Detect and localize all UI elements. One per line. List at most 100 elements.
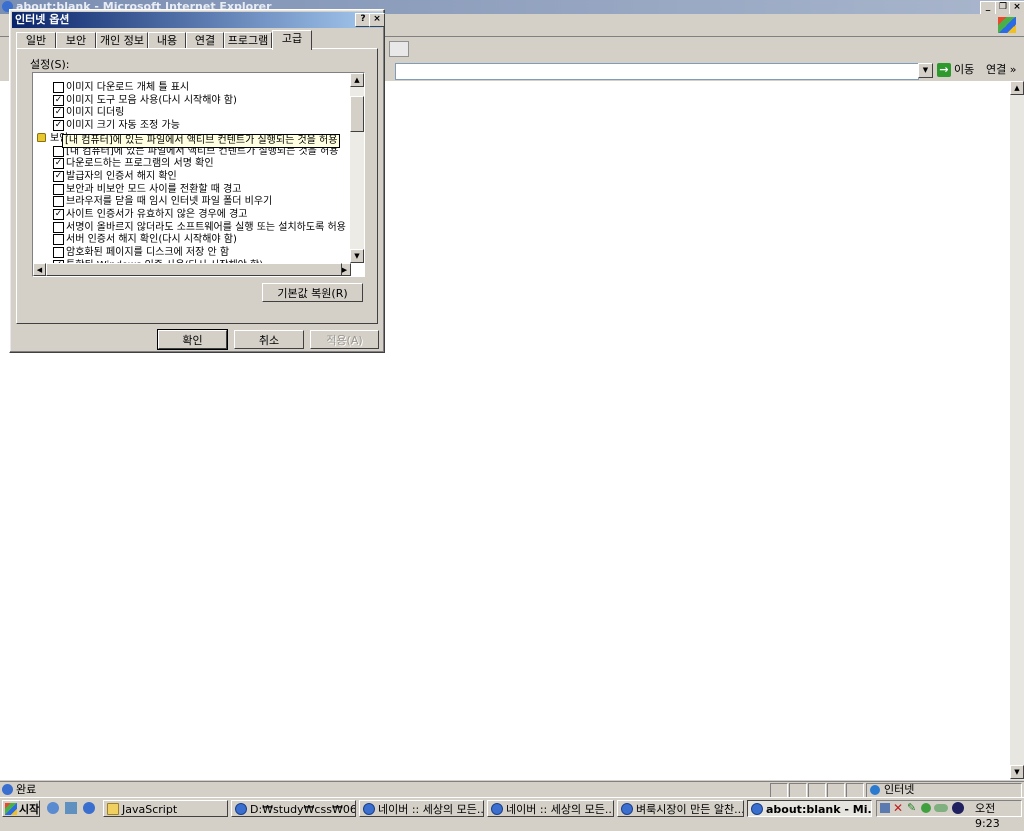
checkbox-unchecked[interactable] bbox=[53, 221, 64, 233]
start-label: 시작 bbox=[19, 803, 40, 816]
status-text: 완료 bbox=[16, 783, 37, 796]
dialog-title-bar[interactable]: 인터넷 옵션 ? × bbox=[12, 12, 385, 28]
tray-app-icon[interactable] bbox=[921, 803, 931, 813]
ok-button[interactable]: 확인 bbox=[157, 329, 228, 350]
status-cell bbox=[770, 783, 788, 798]
settings-option-label: 발급자의 인증서 해지 확인 bbox=[66, 170, 177, 182]
links-button[interactable]: 연결 » bbox=[986, 62, 1016, 78]
tab-programs[interactable]: 프로그램 bbox=[224, 32, 272, 48]
globe-icon bbox=[870, 785, 880, 795]
settings-option-label: 이미지 디더링 bbox=[66, 107, 125, 119]
tab-advanced[interactable]: 고급 bbox=[272, 30, 312, 50]
desktop-icon[interactable] bbox=[47, 802, 59, 814]
taskbar: 시작 JavaScript D:₩study₩css₩060... 네이버 ::… bbox=[0, 797, 1024, 830]
lock-icon bbox=[37, 132, 46, 142]
settings-option-label: 다운로드하는 프로그램의 서명 확인 bbox=[66, 158, 214, 170]
go-label: 이동 bbox=[954, 63, 975, 76]
scroll-down-icon[interactable]: ▼ bbox=[1010, 765, 1024, 779]
scroll-up-icon[interactable]: ▲ bbox=[350, 73, 364, 87]
checkbox-checked[interactable]: ✓ bbox=[53, 209, 64, 220]
settings-option-label: 서버 인증서 해지 확인(다시 시작해야 함) bbox=[66, 234, 237, 246]
taskbar-item[interactable]: JavaScript bbox=[103, 800, 228, 817]
settings-option-label: 브라우저를 닫을 때 임시 인터넷 파일 폴더 비우기 bbox=[66, 196, 273, 208]
settings-scroll-thumb[interactable] bbox=[350, 96, 364, 132]
go-button[interactable]: → 이동 bbox=[937, 62, 974, 78]
apply-button[interactable]: 적용(A) bbox=[310, 330, 379, 349]
taskbar-item[interactable]: 벼룩시장이 만든 알찬... bbox=[617, 800, 744, 817]
checkbox-checked[interactable]: ✓ bbox=[53, 120, 64, 132]
checkbox-checked[interactable]: ✓ bbox=[53, 170, 64, 182]
close-window-button[interactable]: × bbox=[1009, 1, 1024, 15]
address-input[interactable] bbox=[395, 63, 919, 80]
settings-horizontal-thumb[interactable] bbox=[46, 263, 342, 276]
pen-icon[interactable]: ✎ bbox=[907, 801, 916, 815]
minimize-button[interactable]: _ bbox=[980, 1, 996, 15]
taskbar-item-active[interactable]: about:blank - Mi... bbox=[747, 800, 872, 817]
restore-defaults-button[interactable]: 기본값 복원(R) bbox=[262, 283, 363, 302]
taskbar-item[interactable]: D:₩study₩css₩060... bbox=[231, 800, 356, 817]
ie-icon bbox=[751, 803, 763, 815]
ie-icon bbox=[363, 803, 375, 815]
ie-icon bbox=[491, 803, 503, 815]
taskbar-item[interactable]: 네이버 :: 세상의 모든... bbox=[359, 800, 484, 817]
tray-app-icon[interactable] bbox=[952, 802, 964, 814]
folder-icon bbox=[107, 803, 119, 815]
setting-tooltip: [내 컴퓨터]에 있는 파일에서 액티브 컨텐트가 실행되는 것을 허용 bbox=[62, 134, 341, 148]
status-cell bbox=[789, 783, 807, 798]
taskbar-item-label: about:blank - Mi... bbox=[766, 803, 872, 816]
settings-option-label: 사이트 인증서가 유효하지 않은 경우에 경고 bbox=[66, 209, 248, 220]
start-button[interactable]: 시작 bbox=[2, 800, 40, 817]
settings-option-label: 서명이 올바르지 않더라도 소프트웨어를 실행 또는 설치하도록 허용 bbox=[66, 221, 346, 233]
page-icon bbox=[2, 784, 13, 795]
ie-icon bbox=[621, 803, 633, 815]
scroll-up-icon[interactable]: ▲ bbox=[1010, 81, 1024, 95]
network-icon[interactable] bbox=[880, 803, 890, 813]
status-cell bbox=[827, 783, 845, 798]
internet-options-dialog: 인터넷 옵션 ? × 일반 보안 개인 정보 내용 연결 프로그램 고급 설정(… bbox=[9, 9, 385, 353]
checkbox-unchecked[interactable] bbox=[53, 196, 64, 208]
volume-muted-icon[interactable]: ✕ bbox=[893, 801, 903, 815]
tray-app-icon[interactable] bbox=[934, 804, 948, 812]
taskbar-item-label: JavaScript bbox=[122, 803, 178, 816]
status-cell bbox=[808, 783, 826, 798]
status-bar: 완료 인터넷 bbox=[0, 781, 1024, 798]
ie-quicklaunch-icon[interactable] bbox=[83, 802, 95, 814]
scroll-left-icon[interactable]: ◀ bbox=[33, 263, 46, 276]
settings-option-label: 이미지 도구 모음 사용(다시 시작해야 함) bbox=[66, 94, 237, 106]
media-icon[interactable] bbox=[65, 802, 77, 814]
checkbox-unchecked[interactable] bbox=[53, 82, 64, 93]
tab-connections[interactable]: 연결 bbox=[186, 32, 224, 48]
dialog-title: 인터넷 옵션 bbox=[15, 13, 70, 26]
taskbar-item-label: 네이버 :: 세상의 모든... bbox=[378, 803, 484, 816]
settings-option-label: 보안과 비보안 모드 사이를 전환할 때 경고 bbox=[66, 183, 242, 195]
windows-logo-icon bbox=[998, 17, 1016, 33]
taskbar-item-label: D:₩study₩css₩060... bbox=[250, 803, 355, 816]
checkbox-unchecked[interactable] bbox=[53, 247, 64, 259]
tab-general[interactable]: 일반 bbox=[16, 32, 56, 48]
address-dropdown-icon[interactable]: ▼ bbox=[918, 63, 933, 78]
system-tray: ✕ ✎ 오전 9:23 bbox=[876, 800, 1022, 830]
dialog-close-button[interactable]: × bbox=[369, 13, 385, 27]
checkbox-checked[interactable]: ✓ bbox=[53, 94, 64, 106]
go-arrow-icon: → bbox=[937, 63, 951, 77]
links-label: 연결 bbox=[986, 63, 1007, 76]
scroll-down-icon[interactable]: ▼ bbox=[350, 249, 364, 263]
settings-option-label: 암호화된 페이지를 디스크에 저장 안 함 bbox=[66, 247, 230, 259]
print-icon[interactable] bbox=[389, 41, 409, 57]
tab-security[interactable]: 보안 bbox=[56, 32, 96, 48]
checkbox-checked[interactable]: ✓ bbox=[53, 107, 64, 119]
settings-option-label: 이미지 다운로드 개체 틀 표시 bbox=[66, 82, 190, 93]
tab-content[interactable]: 내용 bbox=[148, 32, 186, 48]
zone-cell: 인터넷 bbox=[866, 783, 1022, 798]
ie-icon bbox=[235, 803, 247, 815]
clock[interactable]: 오전 9:23 bbox=[975, 801, 1021, 831]
checkbox-checked[interactable]: ✓ bbox=[53, 158, 64, 170]
page-vertical-scrollbar[interactable]: ▲ ▼ bbox=[1010, 81, 1024, 780]
taskbar-item[interactable]: 네이버 :: 세상의 모든... bbox=[487, 800, 614, 817]
checkbox-unchecked[interactable] bbox=[53, 234, 64, 246]
cancel-button[interactable]: 취소 bbox=[234, 330, 304, 349]
settings-tree[interactable]: 이미지 다운로드 개체 틀 표시 ✓ 이미지 도구 모음 사용(다시 시작해야 함)… bbox=[32, 72, 365, 277]
checkbox-unchecked[interactable] bbox=[53, 183, 64, 195]
tab-privacy[interactable]: 개인 정보 bbox=[96, 32, 148, 48]
zone-text: 인터넷 bbox=[884, 783, 915, 796]
